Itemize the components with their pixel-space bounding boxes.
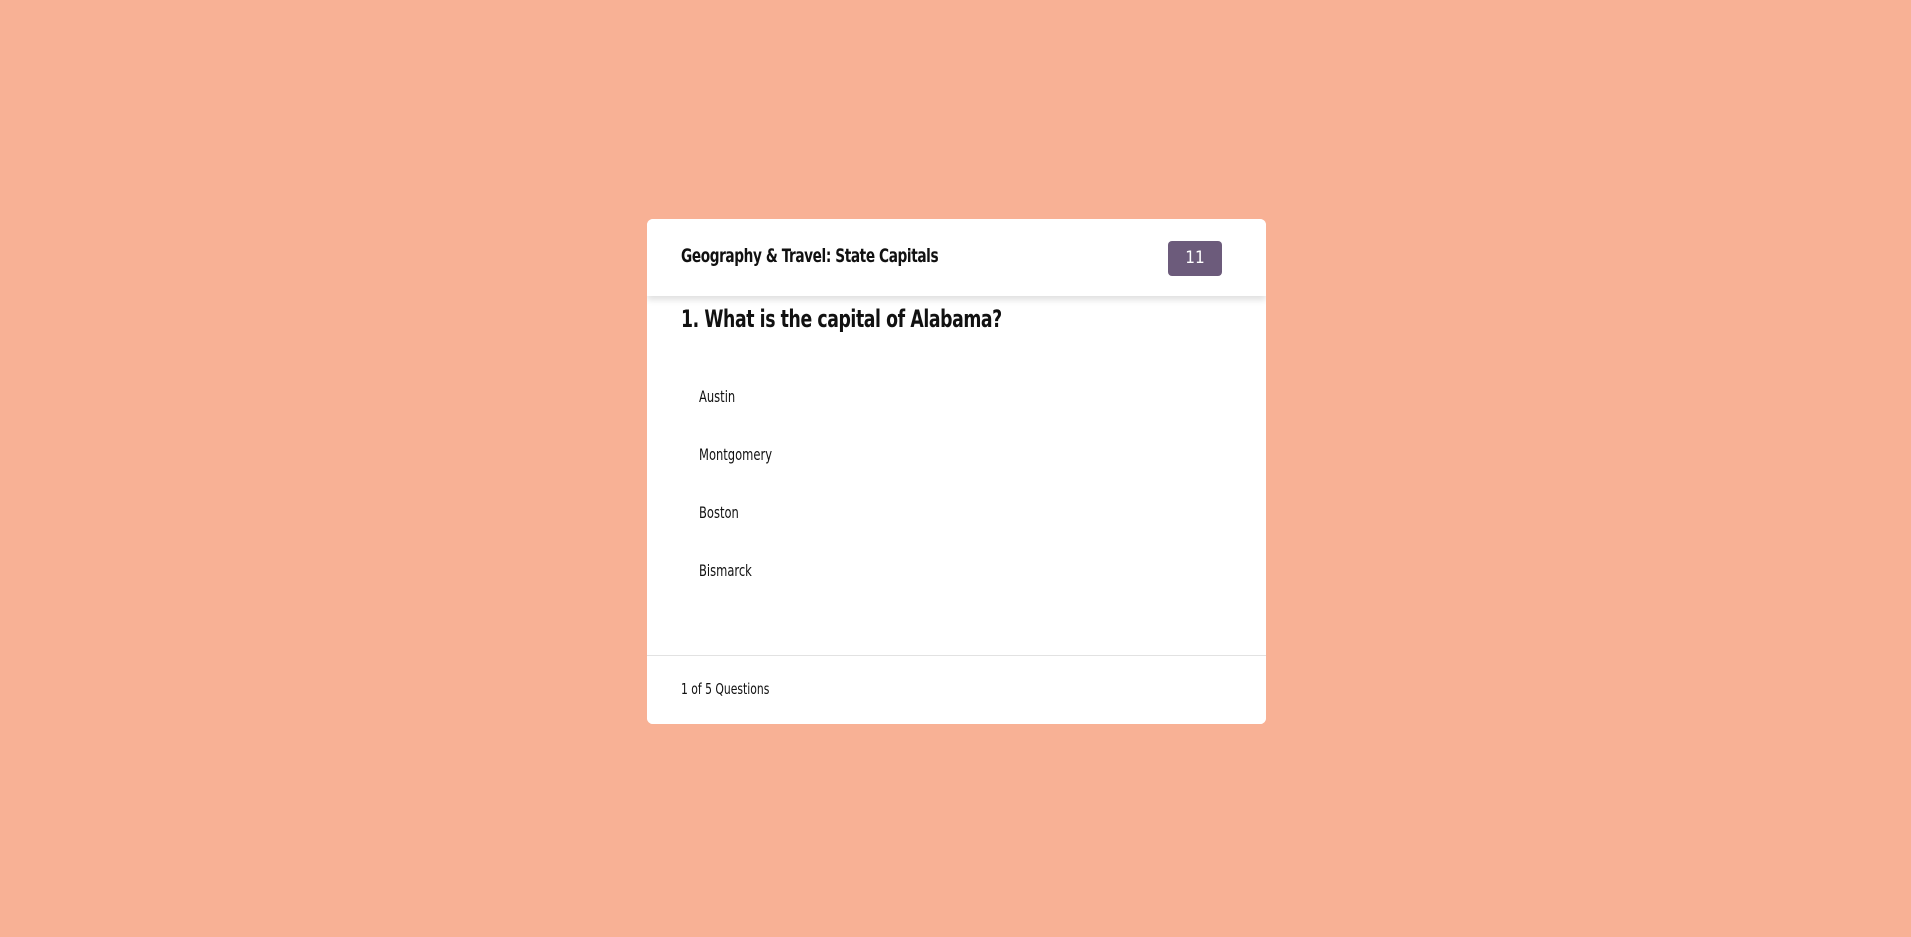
question-progress: 1 of 5 Questions	[681, 680, 770, 698]
quiz-footer: 1 of 5 Questions	[647, 655, 1266, 724]
timer-badge: 11	[1168, 241, 1222, 276]
answer-option-1[interactable]: Austin	[699, 387, 735, 406]
quiz-title: Geography & Travel: State Capitals	[681, 245, 939, 267]
quiz-card: Geography & Travel: State Capitals 11 1.…	[647, 219, 1266, 724]
quiz-header: Geography & Travel: State Capitals 11	[647, 219, 1266, 296]
answer-option-3[interactable]: Boston	[699, 503, 739, 522]
question-text: 1. What is the capital of Alabama?	[681, 305, 1002, 333]
answer-option-2[interactable]: Montgomery	[699, 445, 772, 464]
answer-option-4[interactable]: Bismarck	[699, 561, 752, 580]
